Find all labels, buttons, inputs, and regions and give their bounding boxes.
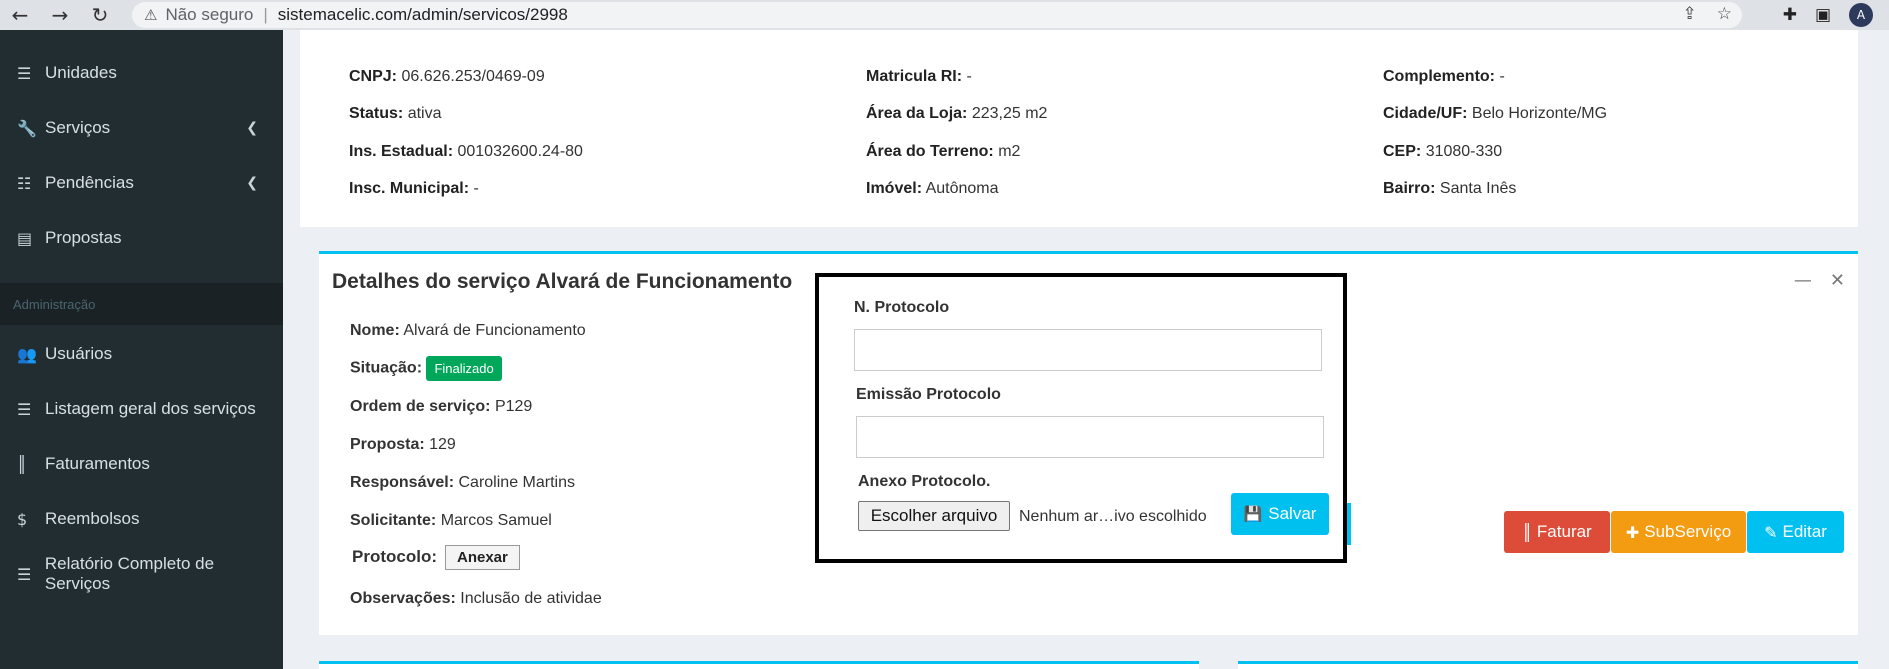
- insecure-label: Não seguro: [165, 5, 254, 24]
- detail-proposta: Proposta: 129: [350, 436, 456, 453]
- sidebar-item-faturamentos[interactable]: ║ Faturamentos: [0, 444, 283, 484]
- sidebar-item-propostas[interactable]: ▤ Propostas: [0, 218, 283, 258]
- info-cnpj: CNPJ: 06.626.253/0469-09: [349, 68, 545, 85]
- sidebar-item-label: Serviços: [45, 118, 111, 137]
- unit-info-box: CNPJ: 06.626.253/0469-09 Status: ativa I…: [300, 30, 1858, 227]
- sidepanel-icon[interactable]: ▣: [1815, 5, 1831, 25]
- sidebar-item-pendencias[interactable]: ☷ Pendências ❮: [0, 163, 283, 203]
- emissao-input[interactable]: [856, 416, 1324, 458]
- box-tools: — ✕: [1794, 270, 1845, 291]
- minus-icon[interactable]: —: [1794, 270, 1812, 291]
- details-title: Detalhes do serviço Alvará de Funcioname…: [332, 270, 793, 293]
- star-icon[interactable]: ☆: [1717, 4, 1732, 24]
- chevron-left-icon: ❮: [246, 120, 258, 136]
- info-imovel: Imóvel: Autônoma: [866, 180, 999, 197]
- detail-nome: Nome: Alvará de Funcionamento: [350, 322, 586, 339]
- editar-button[interactable]: ✎ Editar: [1747, 511, 1844, 553]
- protocol-modal: N. Protocolo Emissão Protocolo Anexo Pro…: [815, 273, 1347, 563]
- info-cidade: Cidade/UF: Belo Horizonte/MG: [1383, 105, 1608, 122]
- emissao-label: Emissão Protocolo: [856, 386, 1001, 403]
- wrench-icon: 🔧: [17, 118, 37, 138]
- info-matricula: Matricula RI: -: [866, 68, 972, 85]
- barcode-icon: ║: [1522, 522, 1532, 542]
- sidebar-item-reembolsos[interactable]: $ Reembolsos: [0, 499, 283, 539]
- sidebar-item-listagem[interactable]: ☰ Listagem geral dos serviços: [0, 389, 283, 429]
- bottom-box-left: [319, 661, 1199, 669]
- sidebar-item-label: Unidades: [45, 63, 117, 82]
- detail-observacoes: Observações: Inclusão de atividae: [350, 590, 602, 607]
- sidebar-item-label: Pendências: [45, 173, 134, 192]
- users-icon: 👥: [17, 344, 37, 364]
- info-area-terreno: Área do Terreno: m2: [866, 143, 1021, 160]
- faturar-button[interactable]: ║ Faturar: [1504, 511, 1610, 553]
- sidebar-item-label: Listagem geral dos serviços: [45, 399, 256, 418]
- tasks-icon: ☷: [17, 173, 32, 193]
- info-area-loja: Área da Loja: 223,25 m2: [866, 105, 1048, 122]
- detail-solicitante: Solicitante: Marcos Samuel: [350, 512, 552, 529]
- sidebar-item-usuarios[interactable]: 👥 Usuários: [0, 334, 283, 374]
- detail-protocolo: Protocolo: Anexar: [352, 545, 520, 570]
- url-text[interactable]: sistemacelic.com/admin/servicos/2998: [278, 5, 568, 25]
- bottom-box-right: [1238, 661, 1858, 669]
- save-icon: 💾: [1243, 505, 1263, 523]
- info-status: Status: ativa: [349, 105, 442, 122]
- reload-icon[interactable]: ↻: [80, 0, 120, 30]
- plus-icon: ✚: [1625, 522, 1640, 542]
- sidebar: ☰ Unidades 🔧 Serviços ❮ ☷ Pendências ❮ ▤…: [0, 30, 283, 669]
- url-separator: |: [263, 5, 268, 24]
- arrow-left-icon[interactable]: ←: [0, 0, 40, 30]
- protocolo-label: N. Protocolo: [854, 299, 950, 316]
- list-icon: ☰: [17, 63, 32, 83]
- anexo-label: Anexo Protocolo.: [858, 473, 991, 490]
- protocolo-input[interactable]: [854, 329, 1322, 371]
- sidebar-item-label: Propostas: [45, 228, 122, 247]
- chevron-left-icon: ❮: [246, 175, 258, 191]
- info-ins-estadual: Ins. Estadual: 001032600.24-80: [349, 143, 583, 160]
- sidebar-item-label: Reembolsos: [45, 509, 140, 528]
- sidebar-item-unidades[interactable]: ☰ Unidades: [0, 53, 283, 93]
- subservico-button[interactable]: ✚ SubServiço: [1611, 511, 1746, 553]
- dollar-icon: $: [17, 509, 28, 529]
- salvar-button[interactable]: 💾 Salvar: [1231, 493, 1329, 535]
- avatar[interactable]: A: [1849, 3, 1873, 27]
- detail-ordem: Ordem de serviço: P129: [350, 398, 533, 415]
- choose-file-button[interactable]: Escolher arquivo: [858, 501, 1010, 531]
- info-complemento: Complemento: -: [1383, 68, 1505, 85]
- table-icon: ▤: [17, 228, 33, 248]
- list-icon: ☰: [17, 564, 32, 584]
- share-icon[interactable]: ⇪: [1683, 4, 1697, 24]
- pencil-icon: ✎: [1764, 522, 1778, 542]
- sidebar-item-label: Usuários: [45, 344, 113, 363]
- info-insc-municipal: Insc. Municipal: -: [349, 180, 479, 197]
- sidebar-section-header: Administração: [0, 283, 283, 325]
- list-icon: ☰: [17, 399, 32, 419]
- detail-responsavel: Responsável: Caroline Martins: [350, 474, 575, 491]
- address-bar[interactable]: ⚠ Não seguro | sistemacelic.com/admin/se…: [132, 2, 1742, 28]
- browser-toolbar: ← → ↻ ⚠ Não seguro | sistemacelic.com/ad…: [0, 0, 1889, 30]
- sidebar-item-label: Faturamentos: [45, 454, 150, 473]
- barcode-icon: ║: [17, 454, 27, 474]
- sidebar-item-label: Relatório Completo de Serviços: [44, 554, 215, 593]
- info-cep: CEP: 31080-330: [1383, 143, 1503, 160]
- sidebar-item-servicos[interactable]: 🔧 Serviços ❮: [0, 108, 283, 148]
- detail-situacao: Situação: Finalizado: [350, 356, 502, 381]
- arrow-right-icon[interactable]: →: [40, 0, 80, 30]
- info-bairro: Bairro: Santa Inês: [1383, 180, 1517, 197]
- warning-icon[interactable]: ⚠: [144, 6, 157, 24]
- extensions-icon[interactable]: ✚: [1783, 5, 1797, 25]
- anexar-button[interactable]: Anexar: [445, 545, 520, 570]
- file-status: Nenhum ar…ivo escolhido: [1019, 508, 1207, 525]
- status-badge: Finalizado: [426, 356, 502, 381]
- close-icon[interactable]: ✕: [1830, 270, 1845, 291]
- button-edge: [1347, 503, 1351, 545]
- sidebar-item-relatorio[interactable]: ☰ Relatório Completo de Serviços: [0, 554, 283, 594]
